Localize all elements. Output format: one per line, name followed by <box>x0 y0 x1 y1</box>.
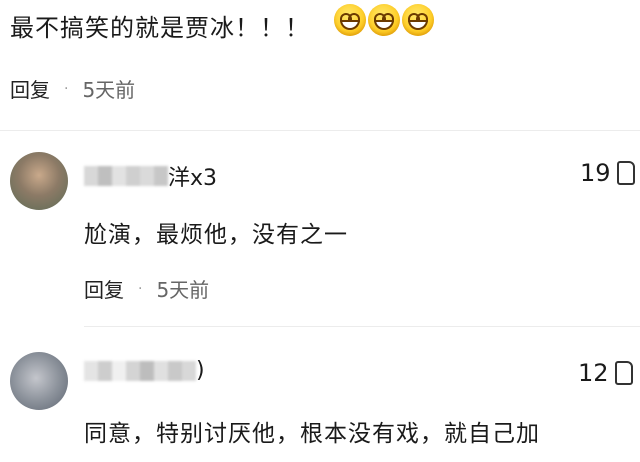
grinning-face-icon <box>368 4 400 36</box>
timestamp: 5天前 <box>156 278 210 302</box>
like-count: 12 <box>578 359 609 387</box>
separator-dot: · <box>138 280 143 297</box>
thumbs-up-icon <box>614 361 633 385</box>
timestamp: 5天前 <box>82 78 136 102</box>
separator-dot: · <box>64 80 69 97</box>
comment-meta: 回复 · 5天前 <box>10 74 135 103</box>
divider <box>84 326 640 327</box>
reply-button[interactable]: 回复 <box>84 274 124 303</box>
reply-button[interactable]: 回复 <box>10 74 50 103</box>
comment-meta: 回复 · 5天前 <box>84 274 209 303</box>
username-suffix: ) <box>196 358 205 383</box>
grinning-face-icon <box>402 4 434 36</box>
like-button[interactable]: 12 <box>578 359 633 387</box>
thumbs-up-icon <box>616 161 635 185</box>
grinning-face-icon <box>334 4 366 36</box>
avatar[interactable] <box>10 152 68 210</box>
username[interactable]: 洋x3 <box>84 160 217 192</box>
username-blurred <box>84 360 196 381</box>
divider <box>0 130 640 131</box>
comment-text: 尬演，最烦他，没有之一 <box>84 222 348 248</box>
username-blurred <box>84 166 168 186</box>
username-suffix: 洋x3 <box>168 166 218 191</box>
comment-text: 最不搞笑的就是贾冰！！！ <box>10 14 310 42</box>
comment-text: 同意，特别讨厌他，根本没有戏，就自己加 <box>84 421 540 447</box>
emoji-group <box>334 4 434 36</box>
avatar[interactable] <box>10 352 68 410</box>
like-count: 19 <box>580 159 611 187</box>
username[interactable]: ) <box>84 358 205 383</box>
like-button[interactable]: 19 <box>580 159 635 187</box>
